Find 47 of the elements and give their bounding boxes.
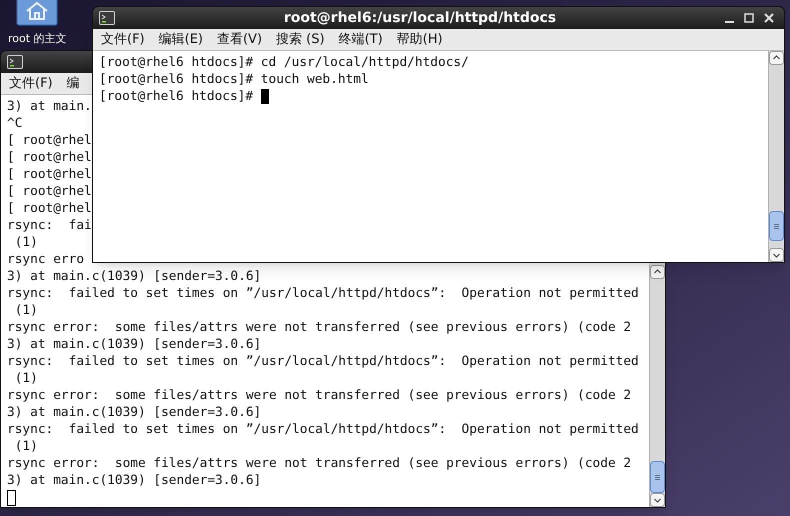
terminal-line: [ root@rhel [7,166,92,183]
window-title: root@rhel6:/usr/local/httpd/htdocs [284,11,556,25]
terminal-icon [99,11,115,25]
terminal-line: [ root@rhel [7,183,92,200]
terminal-icon [7,55,23,69]
terminal-line: rsync erro [7,251,84,268]
terminal-line: [root@rhel6 htdocs]# [99,88,254,105]
terminal-line: [root@rhel6 htdocs]# touch web.html [99,71,369,88]
scrollbar[interactable] [649,265,665,507]
terminal-line: rsync error: some files/attrs were not transferred (see previous errors) (code 2 [7,455,632,472]
terminal-line: 3) at main.c(1039) [sender=3.0.6] [7,472,262,489]
terminal-line: 3) at main.c(1039) [sender=3.0.6] [7,404,262,421]
close-icon[interactable] [764,13,774,23]
terminal-line: (1) [14,234,38,251]
menu-item[interactable]: 帮助(H) [392,30,447,50]
terminal-line: [ root@rhel [7,132,92,149]
terminal-line: ^C [7,115,22,132]
menu-item[interactable]: 文件(F) [97,30,149,50]
menu-item[interactable]: 搜索 (S) [272,30,329,50]
terminal-line: (1) [14,438,38,455]
menu-item[interactable]: 文件(F) [5,74,57,94]
terminal-line: 3) at main. [7,98,92,115]
terminal-line: rsync: fai [7,217,92,234]
terminal-line: rsync: failed to set times on ”/usr/local/httpd/htdocs”: Operation not permitted [7,285,639,302]
menu-item[interactable]: 编 [62,74,84,94]
terminal-line: [ root@rhel [7,149,92,166]
terminal-line: (1) [14,370,38,387]
menu-item[interactable]: 查看(V) [212,30,266,50]
terminal-line: 3) at main.c(1039) [sender=3.0.6] [7,336,262,353]
terminal-line: [ root@rhel [7,200,92,217]
maximize-icon[interactable] [744,13,754,23]
terminal-line: (1) [14,302,38,319]
terminal-line: rsync: failed to set times on ”/usr/local/httpd/htdocs”: Operation not permitted [7,421,639,438]
menu-item[interactable]: 编辑(E) [154,30,207,50]
terminal-line: 3) at main.c(1039) [sender=3.0.6] [7,268,262,285]
home-folder-icon[interactable] [16,0,58,26]
scrollbar[interactable] [768,51,784,262]
terminal-line: [root@rhel6 htdocs]# cd /usr/local/httpd/htdocs/ [99,54,469,71]
scrollbar-thumb[interactable] [769,211,784,241]
terminal-line: rsync: failed to set times on ”/usr/local/httpd/htdocs”: Operation not permitted [7,353,639,370]
grip-icon [655,474,660,480]
terminal-line: rsync error: some files/attrs were not transferred (see previous errors) (code 2 [7,387,632,404]
scrollbar-thumb[interactable] [650,461,665,493]
terminal-line: rsync error: some files/attrs were not transferred (see previous errors) (code 2 [7,319,632,336]
grip-icon [774,224,779,228]
desktop-icon-label[interactable]: root 的主文 [8,32,67,45]
menu-item[interactable]: 终端(T) [334,30,387,50]
